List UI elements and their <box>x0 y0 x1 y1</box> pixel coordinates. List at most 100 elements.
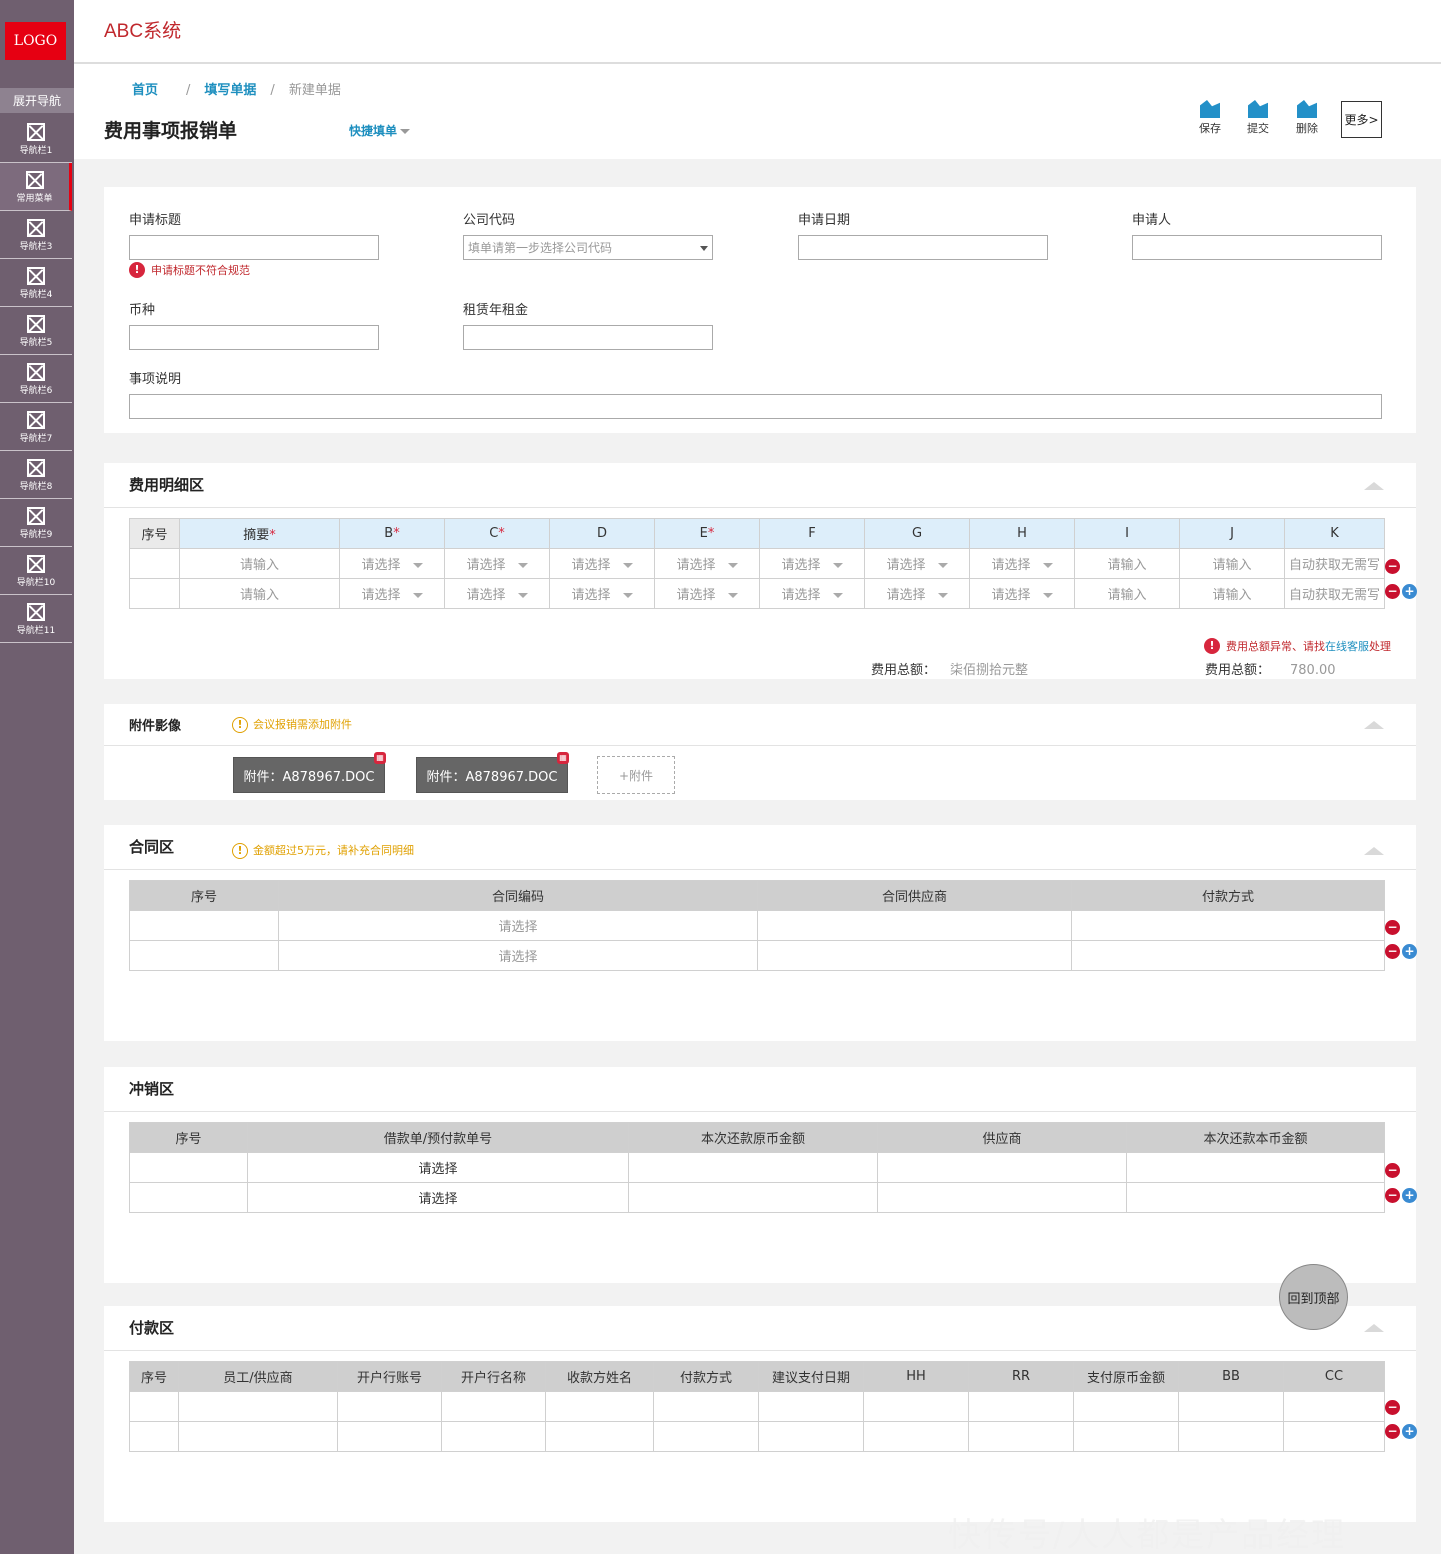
add-row-icon[interactable]: + <box>1402 1424 1417 1439</box>
breadcrumb-fill-form[interactable]: 填写单据 <box>204 83 256 98</box>
cell[interactable] <box>1126 1182 1385 1213</box>
cell[interactable] <box>968 1391 1074 1422</box>
sidebar-item-11[interactable]: 导航栏11 <box>0 595 72 643</box>
back-to-top-button[interactable]: 回到顶部 <box>1279 1264 1348 1330</box>
remove-row-icon[interactable]: − <box>1385 584 1400 599</box>
remove-row-icon[interactable]: − <box>1385 920 1400 935</box>
cell[interactable] <box>178 1421 338 1452</box>
cell[interactable] <box>1073 1391 1179 1422</box>
sidebar-item-10[interactable]: 导航栏10 <box>0 547 72 595</box>
cell[interactable] <box>1071 910 1385 941</box>
sidebar-item-3[interactable]: 导航栏3 <box>0 211 72 259</box>
cell[interactable] <box>628 1152 878 1183</box>
company-select[interactable]: 填单请第一步选择公司代码 <box>463 235 713 260</box>
sidebar-item-5[interactable]: 导航栏5 <box>0 307 72 355</box>
desc-input[interactable] <box>129 394 1382 419</box>
sidebar-item-common-menu[interactable]: 常用菜单 <box>0 163 72 211</box>
add-row-icon[interactable]: + <box>1402 584 1417 599</box>
cell[interactable] <box>337 1421 442 1452</box>
quick-fill-dropdown[interactable]: 快捷填单 <box>349 122 411 139</box>
add-row-icon[interactable]: + <box>1402 944 1417 959</box>
cell[interactable] <box>441 1391 546 1422</box>
cell[interactable] <box>628 1182 878 1213</box>
collapse-icon[interactable] <box>1364 482 1384 490</box>
select-cell[interactable]: 请选择 <box>247 1152 629 1183</box>
cell[interactable] <box>178 1391 338 1422</box>
remove-row-icon[interactable]: − <box>1385 1163 1400 1178</box>
remove-row-icon[interactable]: − <box>1385 1188 1400 1203</box>
cell[interactable] <box>337 1391 442 1422</box>
input-cell[interactable]: 请输入 <box>179 578 340 609</box>
cell[interactable] <box>545 1391 654 1422</box>
delete-button[interactable]: 删除 <box>1289 100 1325 136</box>
attachment-file[interactable]: 附件：A878967.DOC <box>233 757 385 793</box>
cell[interactable] <box>653 1391 759 1422</box>
select-cell[interactable]: 请选择 <box>278 910 758 941</box>
currency-input[interactable] <box>129 325 379 350</box>
cell[interactable] <box>758 1391 864 1422</box>
select-cell[interactable]: 请选择 <box>444 578 550 609</box>
attachment-file[interactable]: 附件：A878967.DOC <box>416 757 568 793</box>
sidebar-item-7[interactable]: 导航栏7 <box>0 403 72 451</box>
cell[interactable] <box>1178 1391 1284 1422</box>
save-button[interactable]: 保存 <box>1192 100 1228 136</box>
cell[interactable] <box>1283 1421 1385 1452</box>
select-cell[interactable]: 请选择 <box>339 548 445 579</box>
input-cell[interactable]: 请输入 <box>1179 578 1285 609</box>
remove-row-icon[interactable]: − <box>1385 1400 1400 1415</box>
cell[interactable] <box>653 1421 759 1452</box>
cell[interactable] <box>1283 1391 1385 1422</box>
collapse-icon[interactable] <box>1364 1324 1384 1332</box>
cell[interactable] <box>877 1182 1127 1213</box>
cell[interactable] <box>1126 1152 1385 1183</box>
online-service-link[interactable]: 在线客服 <box>1325 638 1369 654</box>
collapse-icon[interactable] <box>1364 847 1384 855</box>
select-cell[interactable]: 请选择 <box>759 548 865 579</box>
cell[interactable] <box>441 1421 546 1452</box>
cell[interactable] <box>968 1421 1074 1452</box>
cell[interactable] <box>757 940 1072 971</box>
select-cell[interactable]: 请选择 <box>278 940 758 971</box>
cell[interactable] <box>757 910 1072 941</box>
select-cell[interactable]: 请选择 <box>654 578 760 609</box>
delete-attachment-icon[interactable]: ▦ <box>374 752 386 764</box>
input-cell[interactable]: 请输入 <box>1179 548 1285 579</box>
sidebar-item-8[interactable]: 导航栏8 <box>0 451 72 499</box>
remove-row-icon[interactable]: − <box>1385 944 1400 959</box>
cell[interactable] <box>863 1421 969 1452</box>
remove-row-icon[interactable]: − <box>1385 559 1400 574</box>
select-cell[interactable]: 请选择 <box>864 578 970 609</box>
applicant-input[interactable] <box>1132 235 1382 260</box>
cell[interactable] <box>863 1391 969 1422</box>
cell[interactable] <box>877 1152 1127 1183</box>
more-button[interactable]: 更多> <box>1341 101 1382 138</box>
select-cell[interactable]: 请选择 <box>969 578 1075 609</box>
delete-attachment-icon[interactable]: ▦ <box>557 752 569 764</box>
select-cell[interactable]: 请选择 <box>549 578 655 609</box>
collapse-icon[interactable] <box>1364 721 1384 729</box>
add-attachment-button[interactable]: +附件 <box>597 756 675 794</box>
title-input[interactable] <box>129 235 379 260</box>
select-cell[interactable]: 请选择 <box>759 578 865 609</box>
select-cell[interactable]: 请选择 <box>339 578 445 609</box>
cell[interactable] <box>545 1421 654 1452</box>
input-cell[interactable]: 请输入 <box>179 548 340 579</box>
remove-row-icon[interactable]: − <box>1385 1424 1400 1439</box>
sidebar-item-4[interactable]: 导航栏4 <box>0 259 72 307</box>
select-cell[interactable]: 请选择 <box>654 548 760 579</box>
date-input[interactable] <box>798 235 1048 260</box>
sidebar-item-1[interactable]: 导航栏1 <box>0 115 72 163</box>
cell[interactable] <box>1071 940 1385 971</box>
cell[interactable] <box>1073 1421 1179 1452</box>
submit-button[interactable]: 提交 <box>1240 100 1276 136</box>
sidebar-item-9[interactable]: 导航栏9 <box>0 499 72 547</box>
sidebar-item-6[interactable]: 导航栏6 <box>0 355 72 403</box>
expand-nav-button[interactable]: 展开导航 <box>0 88 74 113</box>
cell[interactable] <box>758 1421 864 1452</box>
breadcrumb-home[interactable]: 首页 <box>132 83 158 98</box>
select-cell[interactable]: 请选择 <box>969 548 1075 579</box>
rent-input[interactable] <box>463 325 713 350</box>
select-cell[interactable]: 请选择 <box>549 548 655 579</box>
select-cell[interactable]: 请选择 <box>247 1182 629 1213</box>
select-cell[interactable]: 请选择 <box>444 548 550 579</box>
